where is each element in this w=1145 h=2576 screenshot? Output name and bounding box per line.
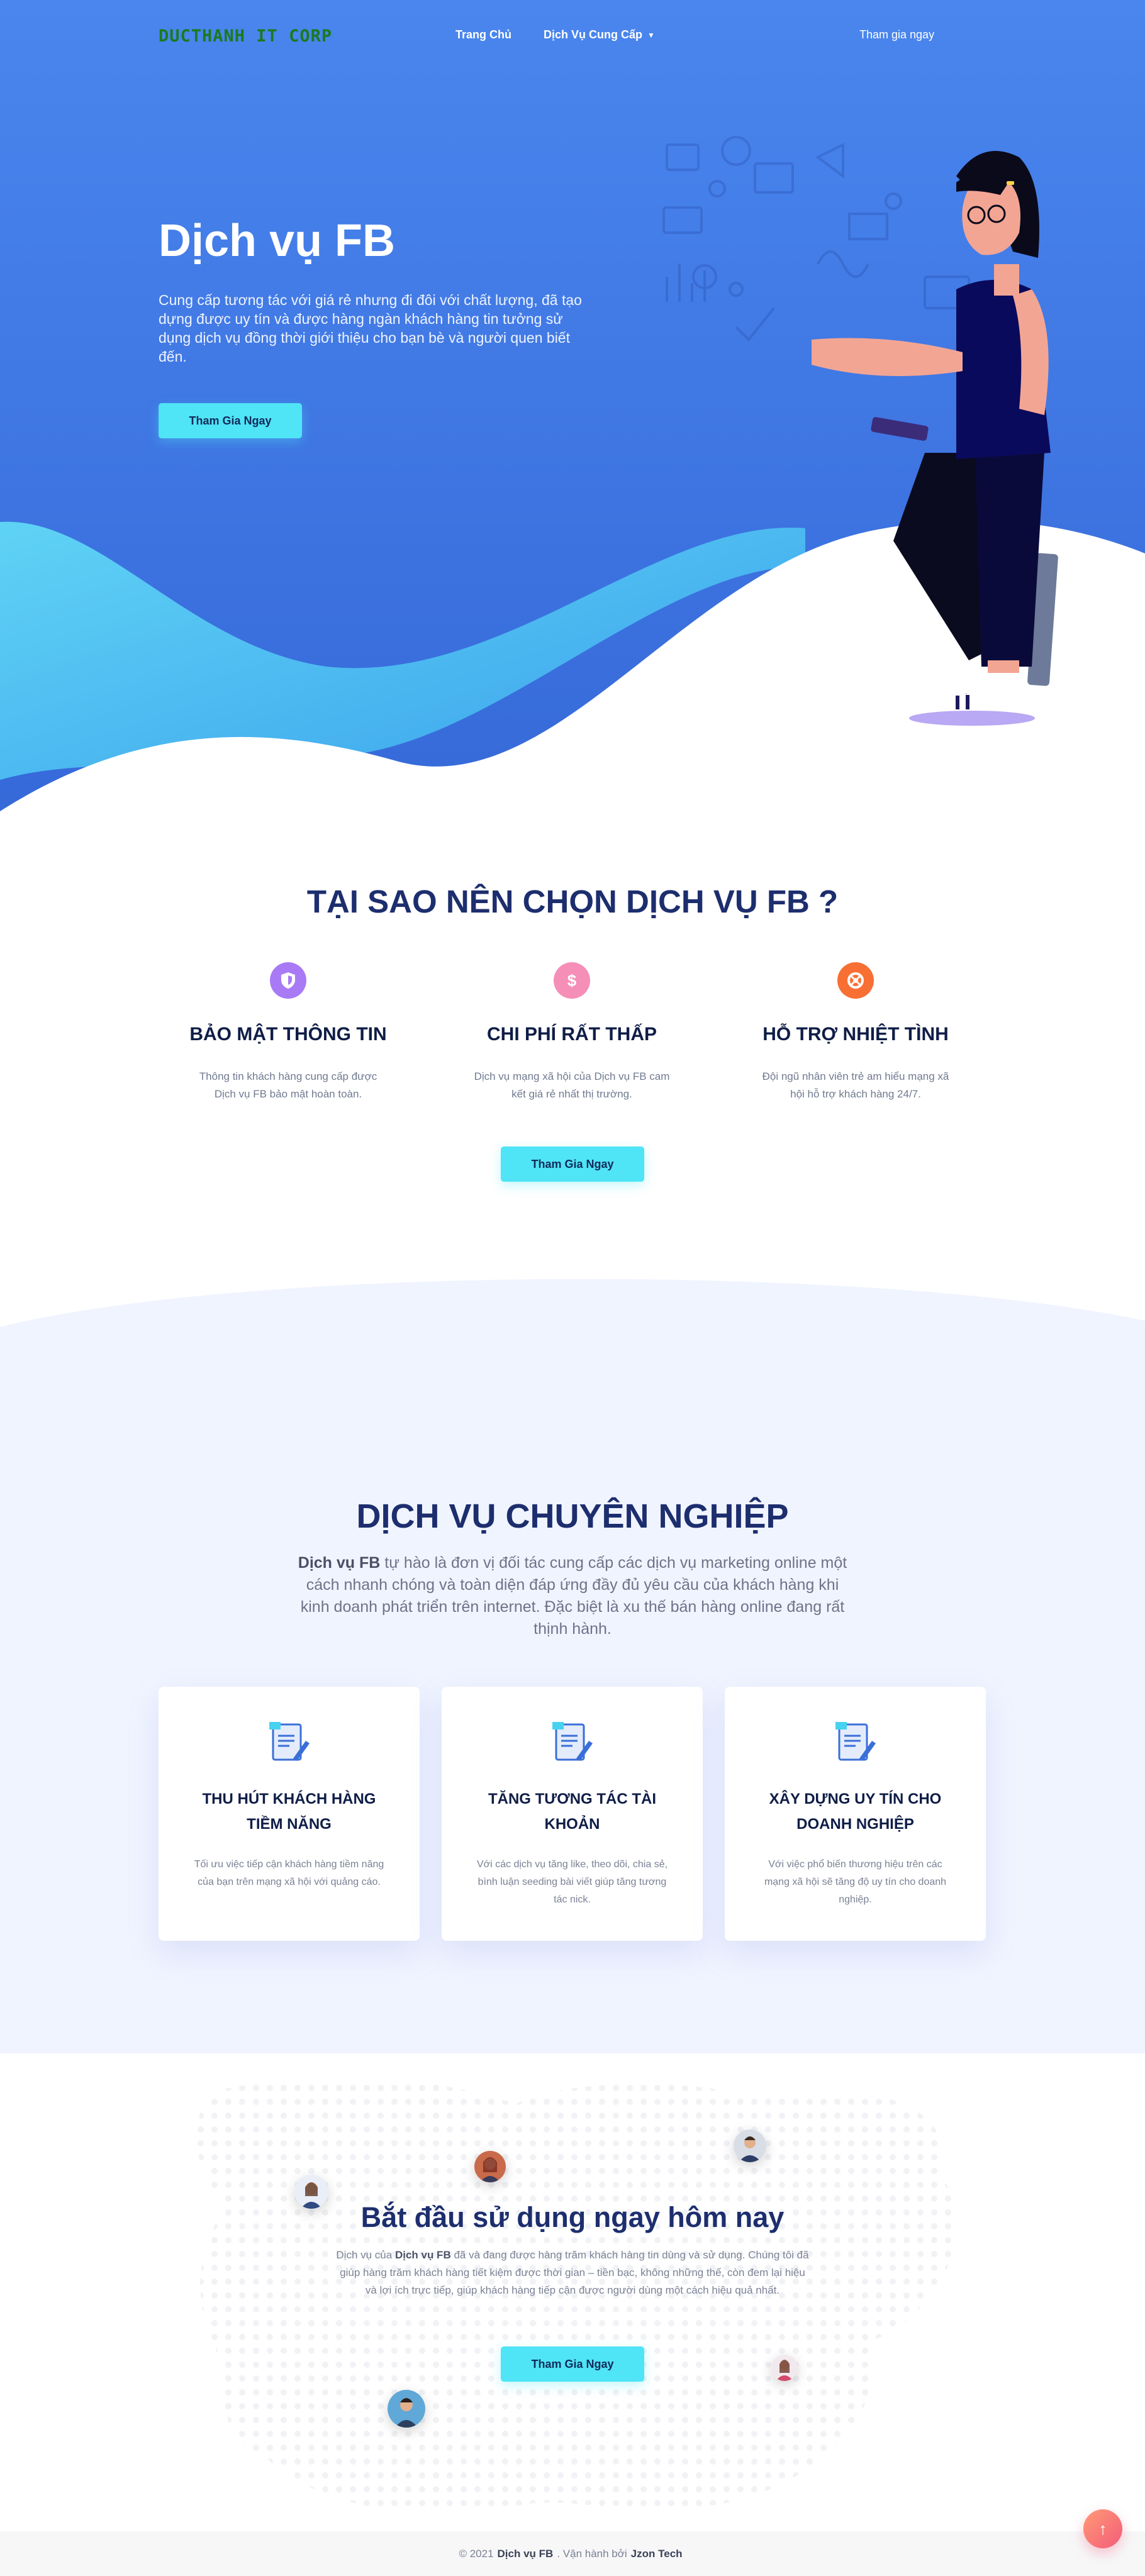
service-card-text: Với các dịch vụ tăng like, theo dõi, chi… [476, 1859, 668, 1905]
footer-operator-link[interactable]: Jzon Tech [631, 2548, 683, 2560]
dollar-icon: $ [554, 962, 590, 999]
hero-illustration [662, 136, 1058, 726]
service-card-engagement[interactable]: TĂNG TƯƠNG TÁC TÀI KHOẢN Với các dịch vụ… [442, 1687, 703, 1941]
service-card-reputation[interactable]: XÂY DỰNG UY TÍN CHO DOANH NGHIỆP Với việ… [725, 1687, 986, 1941]
shield-icon [270, 962, 306, 999]
chevron-down-icon: ▼ [647, 31, 655, 40]
feature-title: BẢO MẬT THÔNG TIN [189, 1024, 387, 1045]
hero-title: Dịch vụ FB [159, 216, 396, 266]
customer-avatar [771, 2355, 798, 2381]
nav-link-services[interactable]: Dịch Vụ Cung Cấp ▼ [544, 28, 655, 42]
service-card-title: TĂNG TƯƠNG TÁC TÀI KHOẢN [488, 1790, 657, 1833]
footer-copyright: © 2021 [459, 2547, 494, 2560]
nav-services-label: Dịch Vụ Cung Cấp [544, 28, 642, 41]
nav-link-join[interactable]: Tham gia ngay [859, 28, 934, 42]
feature-text: Dịch vụ mạng xã hội của Dịch vụ FB cam k… [474, 1070, 670, 1100]
footer-operated-by: . Vận hành bởi [557, 2547, 627, 2560]
document-icon [269, 1722, 310, 1761]
scroll-to-top-button[interactable]: ↑ [1083, 2509, 1122, 2548]
service-card-title: THU HÚT KHÁCH HÀNG TIỀM NĂNG [202, 1790, 376, 1833]
feature-text: Thông tin khách hàng cung cấp được Dịch … [199, 1070, 377, 1100]
why-join-button[interactable]: Tham Gia Ngay [501, 1146, 644, 1182]
service-card-text: Với việc phổ biến thương hiệu trên các m… [764, 1859, 947, 1905]
customer-avatar [388, 2390, 425, 2428]
document-icon [552, 1722, 593, 1761]
start-description: Dịch vụ của Dịch vụ FB đã và đang được h… [333, 2246, 812, 2299]
footer: © 2021 Dịch vụ FB . Vận hành bởi Jzon Te… [0, 2531, 1145, 2576]
service-card-text: Tối ưu việc tiếp cận khách hàng tiềm năn… [194, 1859, 384, 1887]
services-description-text: tự hào là đơn vị đối tác cung cấp các dị… [300, 1554, 847, 1638]
services-title: DỊCH VỤ CHUYÊN NGHIỆP [356, 1497, 789, 1535]
feature-title: CHI PHÍ RẤT THẤP [487, 1024, 657, 1045]
brand-logo[interactable]: DUCTHANH IT CORP [159, 26, 332, 46]
nav-link-home[interactable]: Trang Chủ [455, 28, 511, 42]
feature-security: BẢO MẬT THÔNG TIN Thông tin khách hàng c… [162, 962, 414, 1103]
feature-cost: $ CHI PHÍ RẤT THẤP Dịch vụ mạng xã hội c… [446, 962, 698, 1103]
why-section-title: TẠI SAO NÊN CHỌN DỊCH VỤ FB ? [306, 884, 839, 919]
arrow-up-icon: ↑ [1098, 2519, 1107, 2538]
feature-title: HỖ TRỢ NHIỆT TÌNH [762, 1024, 949, 1045]
feature-support: HỖ TRỢ NHIỆT TÌNH Đội ngũ nhân viên trẻ … [730, 962, 981, 1103]
hero-description: Cung cấp tương tác với giá rẻ nhưng đi đ… [159, 292, 582, 365]
feature-text: Đội ngũ nhân viên trẻ am hiểu mạng xã hộ… [762, 1070, 949, 1100]
hero-join-button[interactable]: Tham Gia Ngay [159, 403, 302, 438]
start-join-button[interactable]: Tham Gia Ngay [501, 2346, 644, 2382]
support-icon [837, 962, 874, 999]
start-description-prefix: Dịch vụ của [336, 2249, 395, 2261]
footer-brand-link[interactable]: Dịch vụ FB [498, 2548, 554, 2560]
start-brand: Dịch vụ FB [394, 2249, 451, 2261]
document-icon [835, 1722, 876, 1761]
services-brand: Dịch vụ FB [298, 1554, 381, 1572]
customer-avatar [734, 2129, 766, 2162]
service-card-leads[interactable]: THU HÚT KHÁCH HÀNG TIỀM NĂNG Tối ưu việc… [159, 1687, 420, 1941]
services-description: Dịch vụ FB tự hào là đơn vị đối tác cung… [296, 1552, 849, 1640]
top-navbar: DUCTHANH IT CORP Trang Chủ Dịch Vụ Cung … [0, 0, 1145, 72]
start-title: Bắt đầu sử dụng ngay hôm nay [360, 2201, 785, 2233]
customer-avatar [474, 2151, 506, 2182]
service-card-title: XÂY DỰNG UY TÍN CHO DOANH NGHIỆP [769, 1790, 942, 1833]
hero-section: DUCTHANH IT CORP Trang Chủ Dịch Vụ Cung … [0, 0, 1145, 843]
